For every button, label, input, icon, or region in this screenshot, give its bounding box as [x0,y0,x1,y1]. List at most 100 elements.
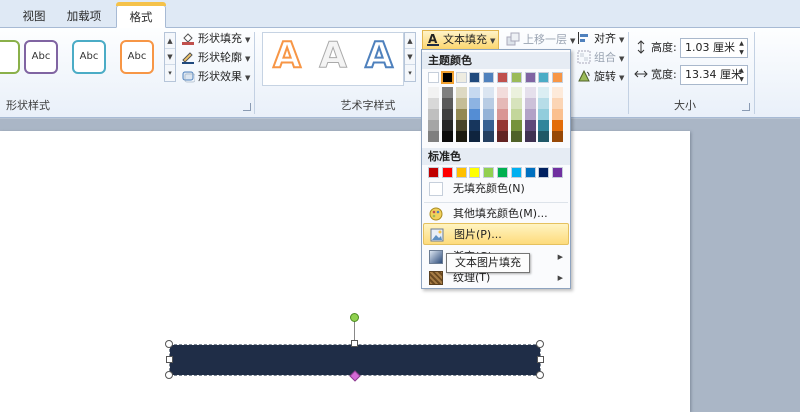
shade-swatch[interactable] [455,120,467,131]
shade-swatch[interactable] [524,131,536,142]
shade-swatch[interactable] [538,131,550,142]
standard-color-swatch[interactable] [428,167,439,178]
rotation-handle[interactable] [350,313,359,322]
menu-item-more-colors[interactable]: 其他填充颜色(M)... [423,203,569,225]
standard-color-swatch[interactable] [510,167,522,178]
scroll-down-icon[interactable]: ▼ [165,49,175,65]
gallery-more-icon[interactable]: ▾ [405,65,415,81]
tab-view[interactable]: 视图 [14,5,54,28]
size-dialog-launcher-icon[interactable] [742,103,750,111]
shade-swatch[interactable] [552,109,564,120]
shade-swatch[interactable] [552,131,564,142]
shade-swatch[interactable] [552,98,564,109]
shade-swatch[interactable] [538,98,550,109]
resize-handle-left[interactable] [166,356,173,363]
scroll-up-icon[interactable]: ▲ [405,33,415,49]
shape-style-sample-purple[interactable]: Abc [24,40,58,74]
shade-swatch[interactable] [538,109,550,120]
scroll-down-icon[interactable]: ▼ [405,49,415,65]
shade-swatch[interactable] [441,109,453,120]
shade-swatch[interactable] [469,131,481,142]
bring-forward-button[interactable]: 上移一层 ▼ [506,31,575,49]
shade-swatch[interactable] [538,120,550,131]
shade-swatch[interactable] [510,98,522,109]
group-button[interactable]: 组合 ▼ [577,49,624,67]
shade-swatch[interactable] [483,87,495,98]
shade-swatch[interactable] [538,87,550,98]
shape-styles-dialog-launcher-icon[interactable] [243,103,251,111]
shape-style-sample-partial[interactable] [0,40,20,74]
shape-styles-gallery-scroll[interactable]: ▲ ▼ ▾ [164,32,176,82]
text-fill-button[interactable]: A 文本填充 ▼ [422,30,500,50]
shape-fill-button[interactable]: 形状填充 ▼ [181,30,250,48]
shade-swatch[interactable] [441,98,453,109]
shade-swatch[interactable] [524,98,536,109]
resize-handle-bottom-left[interactable] [165,371,173,379]
shade-swatch[interactable] [428,120,439,131]
shade-swatch[interactable] [469,98,481,109]
shade-swatch[interactable] [524,120,536,131]
standard-color-swatch[interactable] [552,167,564,178]
shade-swatch[interactable] [469,120,481,131]
spinner-arrows-icon[interactable]: ▲ ▼ [736,39,747,57]
standard-color-swatch[interactable] [538,167,550,178]
resize-handle-top-left[interactable] [165,340,173,348]
standard-color-swatch[interactable] [441,167,453,178]
resize-handle-right[interactable] [537,356,544,363]
tab-format[interactable]: 格式 [116,2,166,28]
spinner-arrows-icon[interactable]: ▲ ▼ [736,66,747,84]
shade-swatch[interactable] [455,87,467,98]
shade-swatch[interactable] [455,98,467,109]
theme-color-swatch[interactable] [440,71,454,84]
shade-swatch[interactable] [510,109,522,120]
wordart-gallery-scroll[interactable]: ▲ ▼ ▾ [404,32,416,82]
menu-item-picture[interactable]: 图片(P)... [423,223,569,245]
gallery-more-icon[interactable]: ▾ [165,65,175,81]
standard-color-swatch[interactable] [497,167,508,178]
shade-swatch[interactable] [441,131,453,142]
resize-handle-top-right[interactable] [536,340,544,348]
standard-color-swatch[interactable] [524,167,536,178]
shade-swatch[interactable] [428,87,439,98]
shade-swatch[interactable] [455,131,467,142]
shape-style-sample-orange[interactable]: Abc [120,40,154,74]
theme-color-swatch[interactable] [483,72,495,83]
shade-swatch[interactable] [497,131,508,142]
shade-swatch[interactable] [510,131,522,142]
shade-swatch[interactable] [510,87,522,98]
resize-handle-top[interactable] [351,340,358,347]
theme-color-swatch[interactable] [469,72,481,83]
standard-color-swatch[interactable] [483,167,495,178]
shade-swatch[interactable] [483,120,495,131]
shade-swatch[interactable] [428,109,439,120]
wordart-sample-blue[interactable]: A [356,34,402,81]
shade-swatch[interactable] [483,109,495,120]
theme-color-swatch[interactable] [510,72,522,83]
height-input[interactable]: 1.03 厘米 ▲ ▼ [680,38,748,58]
shade-swatch[interactable] [469,87,481,98]
shade-swatch[interactable] [428,98,439,109]
menu-item-no-fill[interactable]: 无填充颜色(N) [423,178,569,200]
shade-swatch[interactable] [455,109,467,120]
theme-color-swatch[interactable] [428,72,439,83]
shade-swatch[interactable] [524,87,536,98]
theme-color-swatch[interactable] [538,72,550,83]
shade-swatch[interactable] [483,98,495,109]
shape-outline-button[interactable]: 形状轮廓 ▼ [181,49,250,67]
shade-swatch[interactable] [428,131,439,142]
shade-swatch[interactable] [497,98,508,109]
rotate-button[interactable]: 旋转 ▼ [577,68,624,86]
shade-swatch[interactable] [441,120,453,131]
shape-style-sample-blue[interactable]: Abc [72,40,106,74]
standard-color-swatch[interactable] [455,167,467,178]
theme-color-swatch[interactable] [497,72,508,83]
align-button[interactable]: 对齐 ▼ [577,30,624,48]
wordart-sample-orange[interactable]: A [264,34,310,81]
tab-addins[interactable]: 加载项 [58,5,110,28]
resize-handle-bottom-right[interactable] [536,371,544,379]
theme-color-swatch[interactable] [552,72,564,83]
standard-color-swatch[interactable] [469,167,481,178]
shade-swatch[interactable] [552,120,564,131]
shade-swatch[interactable] [483,131,495,142]
width-input[interactable]: 13.34 厘米 ▲ ▼ [680,65,748,85]
